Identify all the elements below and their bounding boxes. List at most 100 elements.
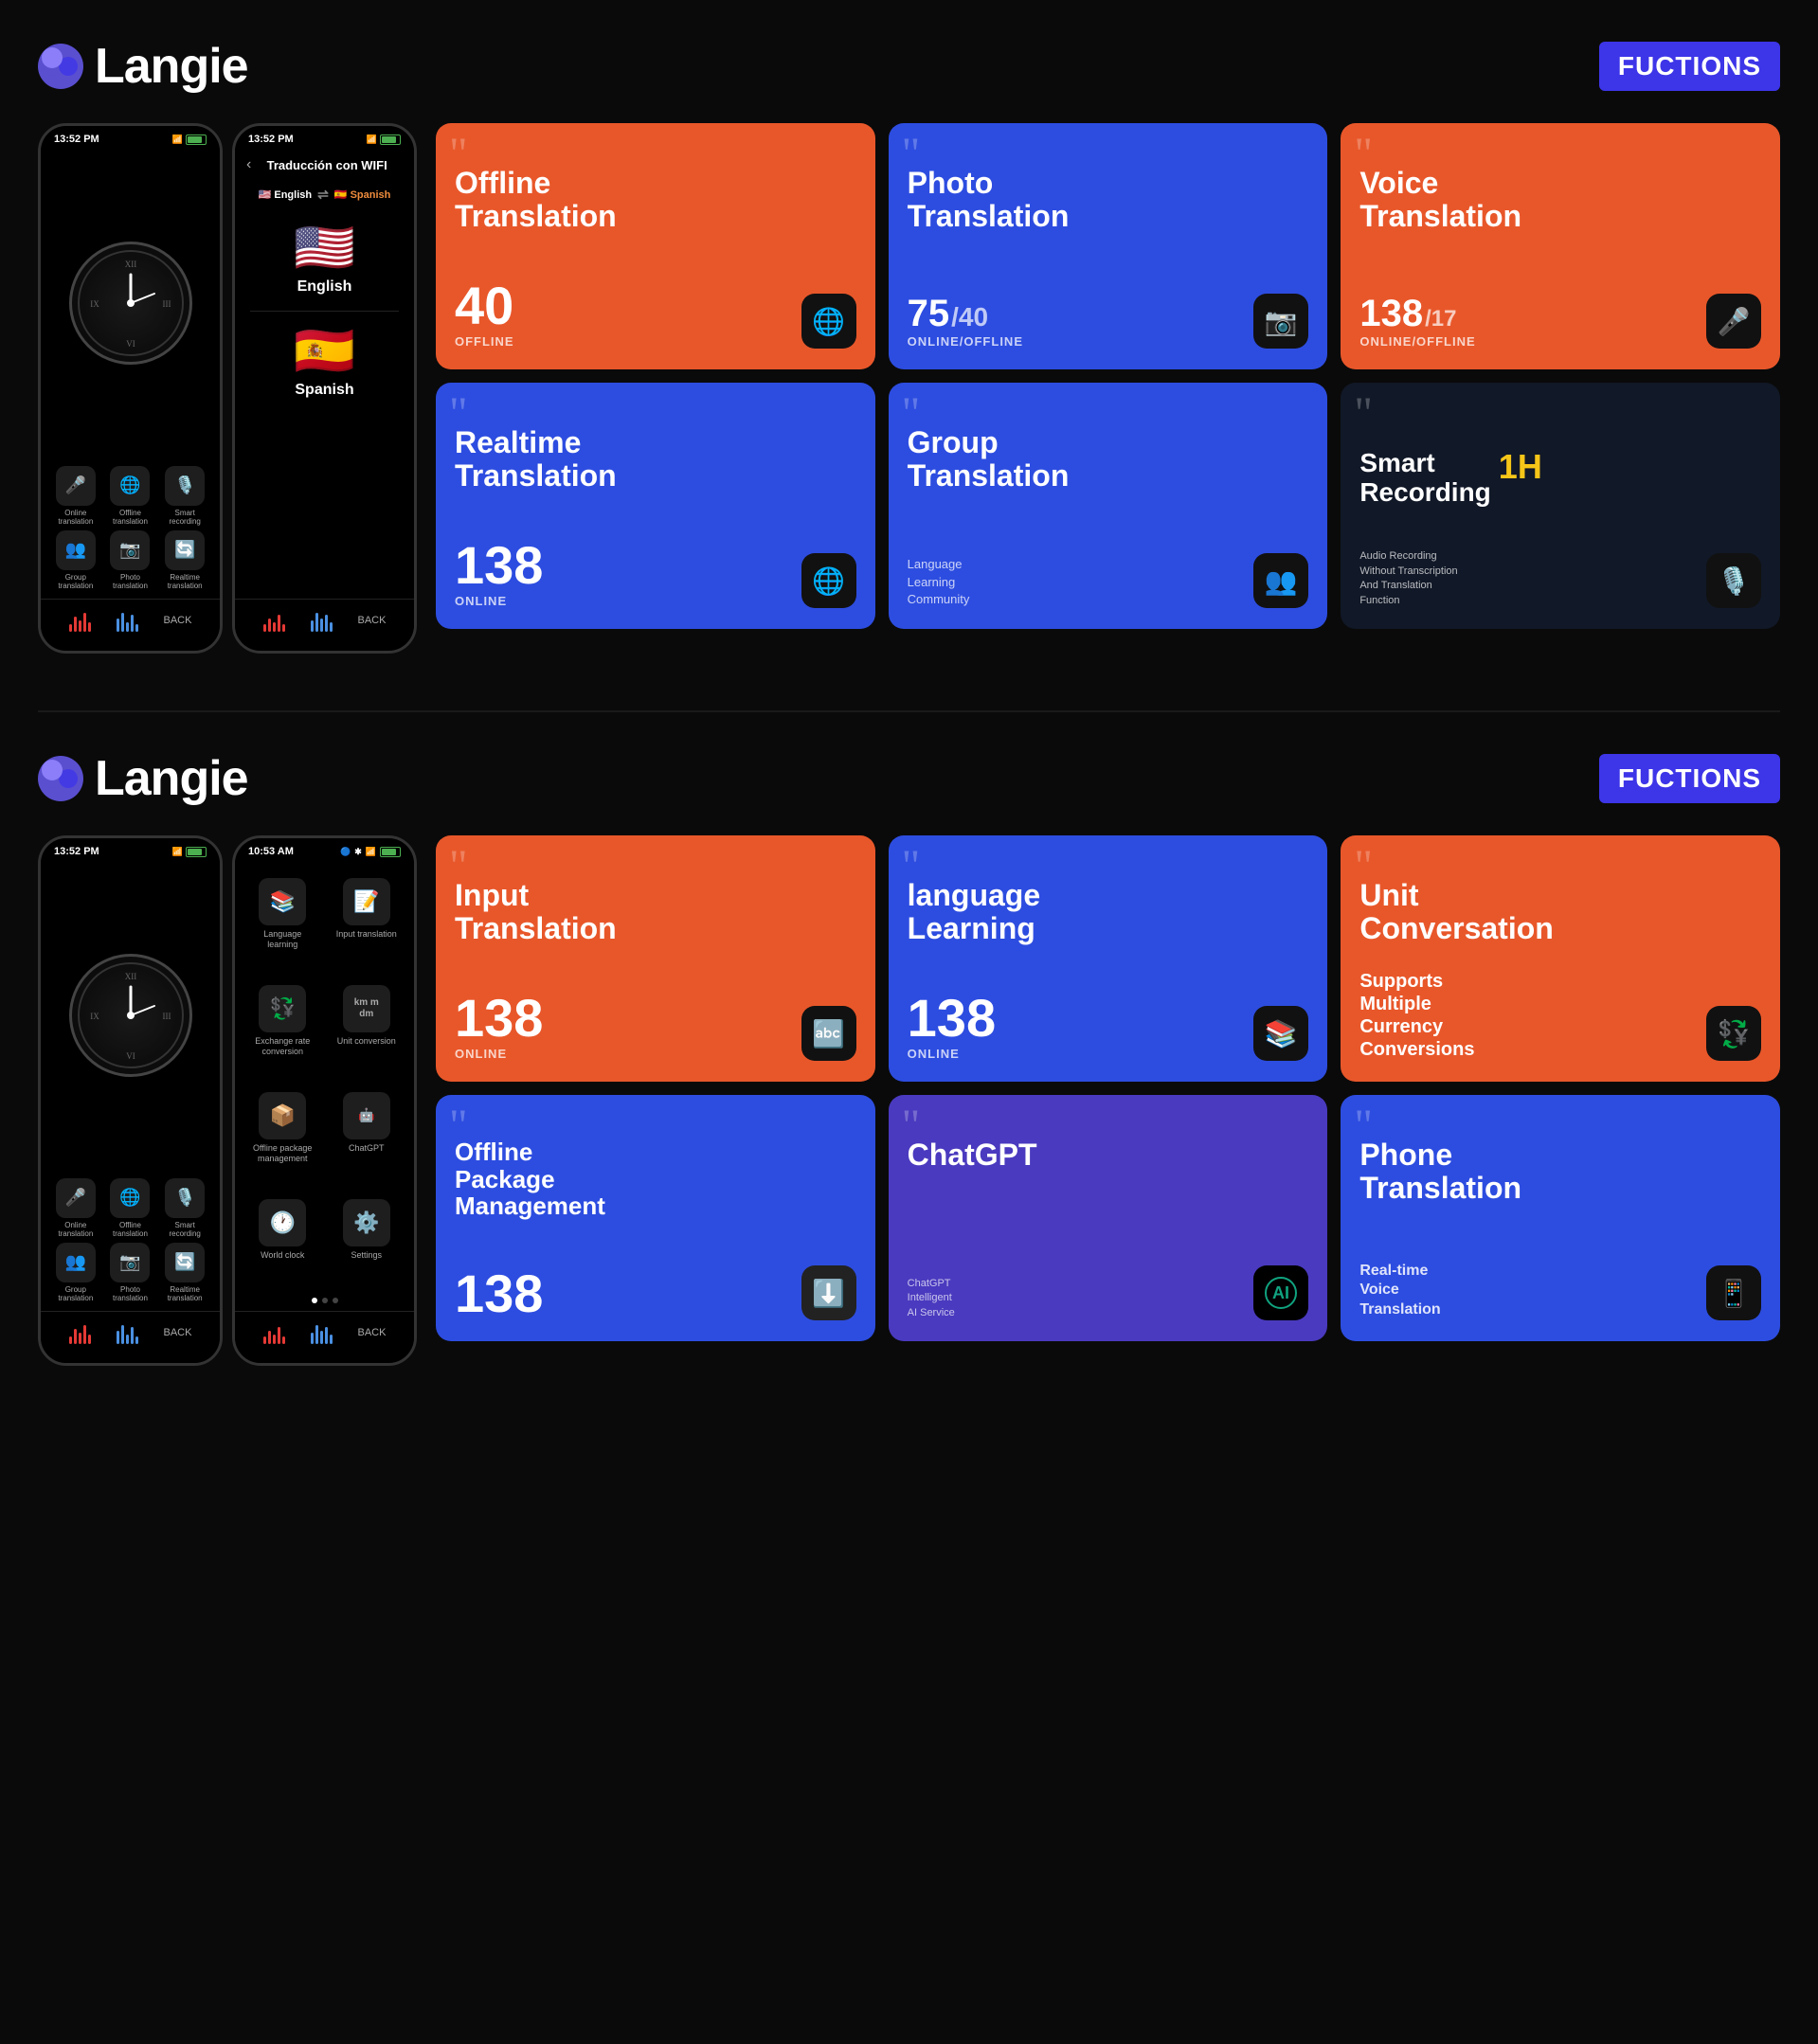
phone1-icon-offline[interactable]: 🌐 Offlinetranslation (105, 466, 156, 527)
voice-translation-title: VoiceTranslation (1359, 167, 1761, 233)
smart-recording-bottom: Audio Recording Without Transcription An… (1359, 549, 1761, 608)
phone3-icon-online[interactable]: 🎤 Onlinetranslation (50, 1178, 101, 1239)
menu-item-settings[interactable]: ⚙️ Settings (329, 1192, 405, 1281)
phone2-nav: ‹ Traducción con WIFI (235, 149, 414, 181)
phone-translation-bottom: Real-timeVoiceTranslation 📱 (1359, 1258, 1761, 1320)
phone1-icon-realtime[interactable]: 🔄 Realtimetranslation (159, 530, 210, 591)
phone2-english-label: English (297, 278, 352, 296)
chatgpt-title: ChatGPT (908, 1139, 1309, 1172)
phone2-translation: 13:52 PM 📶 ‹ Traducción con WIFI 🇺🇸 Engl… (232, 123, 417, 654)
card-smart-recording: " SmartRecording 1H Audio Recording With… (1341, 383, 1780, 629)
phone3-back-btn[interactable]: BACK (164, 1327, 192, 1338)
phones-section1: 13:52 PM 📶 XII III VI (38, 123, 417, 654)
logo-icon-1 (38, 44, 83, 89)
phone4-btn-wave2[interactable] (311, 1321, 333, 1344)
offline-translation-icon: 🌐 (801, 294, 856, 349)
language-learning-number: 138 (908, 992, 996, 1045)
phone2-time: 13:52 PM (248, 134, 294, 145)
phone2-bottom-bar: BACK (235, 599, 414, 651)
menu-item-offline-package[interactable]: 📦 Offline package management (244, 1085, 321, 1184)
realtime-translation-bottom: 138 ONLINE 🌐 (455, 539, 856, 608)
section2-cards-grid: " InputTranslation 138 ONLINE 🔤 " langua… (436, 835, 1780, 1341)
section-2: Langie FUCTIONS 13:52 PM 📶 (0, 712, 1818, 1423)
card-offline-translation: " OfflineTranslation 40 OFFLINE 🌐 (436, 123, 875, 369)
phone3-icons-grid: 🎤 Onlinetranslation 🌐 Offlinetranslation… (41, 1171, 220, 1311)
offline-package-title: OfflinePackageManagement (455, 1139, 856, 1220)
menu-item-unit-conversion[interactable]: km m dm Unit conversion (329, 977, 405, 1077)
voice-translation-number: 138 (1359, 295, 1423, 332)
group-translation-desc: LanguageLearningCommunity (908, 556, 970, 608)
input-translation-label: ONLINE (455, 1047, 543, 1061)
offline-translation-number: 40 (455, 279, 514, 332)
card-offline-package: " OfflinePackageManagement 138 ⬇️ (436, 1095, 875, 1341)
section1-cards-grid: " OfflineTranslation 40 OFFLINE 🌐 " Phot… (436, 123, 1780, 629)
functions-badge-1: FUCTIONS (1599, 42, 1780, 91)
smart-recording-desc: Audio Recording Without Transcription An… (1359, 549, 1473, 608)
phone2-btn-wave2[interactable] (311, 609, 333, 632)
photo-translation-title: PhotoTranslation (908, 167, 1309, 233)
menu-item-world-clock[interactable]: 🕐 World clock (244, 1192, 321, 1281)
section2-header: Langie FUCTIONS (38, 750, 1780, 807)
group-translation-bottom: LanguageLearningCommunity 👥 (908, 550, 1309, 608)
svg-text:VI: VI (126, 339, 135, 349)
realtime-translation-title: RealtimeTranslation (455, 426, 856, 493)
smart-recording-badge: 1H (1499, 447, 1542, 487)
lang-english-tag: 🇺🇸 English (259, 188, 312, 201)
logo-text-1: Langie (95, 38, 248, 95)
phone3-icon-realtime[interactable]: 🔄 Realtimetranslation (159, 1243, 210, 1303)
phone1-btn-wave2[interactable] (117, 609, 138, 632)
unit-conversation-title: UnitConversation (1359, 879, 1761, 945)
chatgpt-desc: ChatGPTIntelligentAI Service (908, 1277, 955, 1320)
card-unit-conversation: " UnitConversation SupportsMultipleCurre… (1341, 835, 1780, 1082)
svg-text:VI: VI (126, 1051, 135, 1061)
phone3-btn-wave1[interactable] (69, 1321, 91, 1344)
input-translation-title: InputTranslation (455, 879, 856, 945)
photo-translation-number: 75 (908, 295, 950, 332)
phone1-btn-wave1[interactable] (69, 609, 91, 632)
phone1-icon-online[interactable]: 🎤 Onlinetranslation (50, 466, 101, 527)
phone2-back-btn[interactable]: BACK (358, 615, 387, 626)
phone3-time: 13:52 PM (54, 846, 99, 857)
phone1-clock: XII III VI IX (41, 149, 220, 458)
phone4-btn-wave1[interactable] (263, 1321, 285, 1344)
phone4-time: 10:53 AM (248, 846, 294, 857)
phone1-icon-group[interactable]: 👥 Grouptranslation (50, 530, 101, 591)
photo-translation-label: ONLINE/OFFLINE (908, 334, 1023, 349)
language-learning-label: ONLINE (908, 1047, 996, 1061)
card-language-learning: " languageLearning 138 ONLINE 📚 (889, 835, 1328, 1082)
phone4-back-btn[interactable]: BACK (358, 1327, 387, 1338)
menu-item-language-learning[interactable]: 📚 Language learning (244, 870, 321, 970)
phone3-icon-group[interactable]: 👥 Grouptranslation (50, 1243, 101, 1303)
menu-item-input-translation[interactable]: 📝 Input translation (329, 870, 405, 970)
phone1-icon-smart[interactable]: 🎙️ Smartrecording (159, 466, 210, 527)
menu-item-chatgpt[interactable]: 🤖 ChatGPT (329, 1085, 405, 1184)
realtime-translation-label: ONLINE (455, 594, 543, 608)
menu-item-exchange-rate[interactable]: 💱 Exchange rate conversion (244, 977, 321, 1077)
phone1-back-btn[interactable]: BACK (164, 615, 192, 626)
phone1-icon-photo[interactable]: 📷 Phototranslation (105, 530, 156, 591)
phone3-status: 13:52 PM 📶 (41, 838, 220, 861)
input-translation-icon: 🔤 (801, 1006, 856, 1061)
card-voice-translation: " VoiceTranslation 138 /17 ONLINE/OFFLIN… (1341, 123, 1780, 369)
phone4-menu: 10:53 AM 🔵 ✱ 📶 📚 Language learning (232, 835, 417, 1366)
card-phone-translation: " PhoneTranslation Real-timeVoiceTransla… (1341, 1095, 1780, 1341)
language-learning-bottom: 138 ONLINE 📚 (908, 992, 1309, 1061)
phone3-icon-photo[interactable]: 📷 Phototranslation (105, 1243, 156, 1303)
phone2-btn-wave1[interactable] (263, 609, 285, 632)
phone2-spanish-block: 🇪🇸 Spanish (235, 312, 414, 414)
phone1-bottom-bar: BACK (41, 599, 220, 651)
section1-content: 13:52 PM 📶 XII III VI (38, 123, 1780, 654)
unit-conversation-desc: SupportsMultipleCurrencyConversions (1359, 970, 1474, 1061)
phone3-btn-wave2[interactable] (117, 1321, 138, 1344)
phone3-icon-smart[interactable]: 🎙️ Smartrecording (159, 1178, 210, 1239)
photo-translation-icon: 📷 (1253, 294, 1308, 349)
unit-conversation-icon: 💱 (1706, 1006, 1761, 1061)
group-translation-title: GroupTranslation (908, 426, 1309, 493)
phone2-spanish-label: Spanish (295, 382, 353, 399)
phones-section2: 13:52 PM 📶 XII III VI (38, 835, 417, 1366)
phone1-status: 13:52 PM 📶 (41, 126, 220, 149)
phone4-dots (235, 1290, 414, 1311)
phone-translation-desc: Real-timeVoiceTranslation (1359, 1262, 1440, 1320)
phone3-icon-offline[interactable]: 🌐 Offlinetranslation (105, 1178, 156, 1239)
offline-translation-title: OfflineTranslation (455, 167, 856, 233)
